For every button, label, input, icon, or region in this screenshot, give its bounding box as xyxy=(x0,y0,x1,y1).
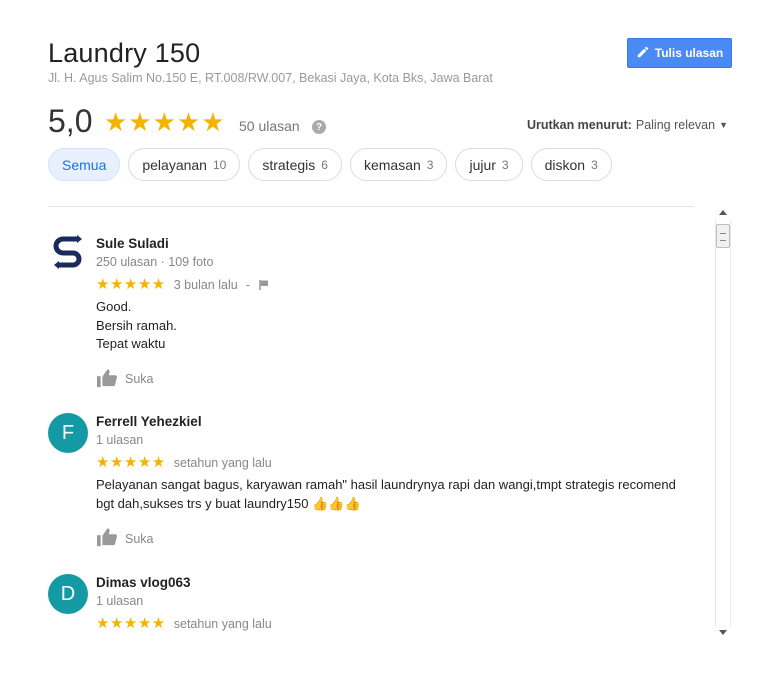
s-logo-icon xyxy=(51,234,85,276)
chip-label: diskon xyxy=(544,156,586,173)
review-rating-line: ★★★★★ 3 bulan lalu - xyxy=(96,277,691,293)
topic-chips: Semua pelayanan 10 strategis 6 kemasan 3… xyxy=(48,148,612,181)
scroll-down-arrow[interactable] xyxy=(719,630,727,635)
place-title: Laundry 150 xyxy=(48,38,201,68)
chip-label: jujur xyxy=(469,156,496,173)
chevron-down-icon: ▼ xyxy=(719,120,728,130)
avatar[interactable] xyxy=(48,235,88,275)
review-scrollbar[interactable] xyxy=(715,206,731,638)
review-body: Dimas vlog063 1 ulasan ★★★★★ setahun yan… xyxy=(96,574,691,632)
avatar[interactable]: D xyxy=(48,574,88,614)
average-rating: 5,0 xyxy=(48,103,93,139)
reviewer-meta: 1 ulasan xyxy=(96,433,144,447)
reviewer-name[interactable]: Sule Suladi xyxy=(96,235,691,253)
reviewer-name[interactable]: Dimas vlog063 xyxy=(96,574,691,592)
chip-strategis[interactable]: strategis 6 xyxy=(248,148,342,181)
write-review-button[interactable]: Tulis ulasan xyxy=(627,38,732,68)
like-label: Suka xyxy=(125,372,154,386)
write-review-label: Tulis ulasan xyxy=(654,46,724,60)
review-body: Ferrell Yehezkiel 1 ulasan ★★★★★ setahun… xyxy=(96,413,691,550)
sort-value: Paling relevan xyxy=(635,118,716,132)
thumbs-up-icon xyxy=(96,527,118,550)
help-icon[interactable]: ? xyxy=(312,120,326,134)
chip-count: 3 xyxy=(591,157,598,172)
thumbs-up-icon xyxy=(96,368,118,391)
review-text-line: Pelayanan sangat bagus, karyawan ramah" … xyxy=(96,477,676,492)
reviewer-meta: 250 ulasan · 109 foto xyxy=(96,255,214,269)
like-button[interactable]: Suka xyxy=(96,368,154,391)
chip-count: 6 xyxy=(321,157,328,172)
sort-label: Urutkan menurut: xyxy=(526,118,632,132)
review-stars: ★★★★★ xyxy=(96,615,166,632)
review-text: Pelayanan sangat bagus, karyawan ramah" … xyxy=(96,476,691,513)
review-stars: ★★★★★ xyxy=(96,454,166,471)
chip-diskon[interactable]: diskon 3 xyxy=(530,148,612,181)
chip-count: 3 xyxy=(501,157,509,172)
scroll-thumb[interactable] xyxy=(716,224,730,248)
chip-count: 10 xyxy=(212,157,227,172)
like-button[interactable]: Suka xyxy=(96,527,154,550)
scroll-track[interactable] xyxy=(715,220,731,626)
like-label: Suka xyxy=(125,531,154,546)
review-time: 3 bulan lalu xyxy=(173,278,238,292)
flag-icon[interactable] xyxy=(258,279,270,291)
pencil-icon xyxy=(636,45,650,62)
review-text-line: bgt dah,sukses trs y buat laundry150 👍👍👍 xyxy=(96,495,361,511)
scroll-up-arrow[interactable] xyxy=(719,210,727,215)
reviewer-name[interactable]: Ferrell Yehezkiel xyxy=(96,413,691,431)
average-rating-stars: ★★★★★ xyxy=(104,107,226,137)
chip-label: strategis xyxy=(262,156,316,173)
chip-pelayanan[interactable]: pelayanan 10 xyxy=(128,148,241,181)
chip-kemasan[interactable]: kemasan 3 xyxy=(349,148,448,181)
chip-jujur[interactable]: jujur 3 xyxy=(455,148,523,181)
chip-label: kemasan xyxy=(363,156,421,173)
review-text-line: Tepat waktu xyxy=(96,336,166,351)
review-text: Good. Bersih ramah. Tepat waktu xyxy=(96,298,691,354)
review-stars: ★★★★★ xyxy=(96,276,166,293)
review-rating-line: ★★★★★ setahun yang lalu xyxy=(96,616,691,632)
chip-label: Semua xyxy=(62,156,107,173)
review-time: setahun yang lalu xyxy=(173,456,272,470)
reviewer-meta: 1 ulasan xyxy=(96,594,144,608)
divider xyxy=(48,206,694,207)
review-rating-line: ★★★★★ setahun yang lalu xyxy=(96,455,691,471)
sort-dropdown[interactable]: Urutkan menurut: Paling relevan ▼ xyxy=(527,118,728,132)
review-list: Sule Suladi 250 ulasan · 109 foto ★★★★★ … xyxy=(48,220,693,640)
chip-semua[interactable]: Semua xyxy=(48,148,121,181)
review-body: Sule Suladi 250 ulasan · 109 foto ★★★★★ … xyxy=(96,235,691,391)
avatar[interactable]: F xyxy=(48,413,88,453)
review-text-line: Bersih ramah. xyxy=(96,317,177,333)
chip-label: pelayanan xyxy=(142,156,207,173)
place-address: Jl. H. Agus Salim No.150 E, RT.008/RW.00… xyxy=(48,71,493,85)
review-count: 50 ulasan xyxy=(239,118,300,134)
chip-count: 3 xyxy=(426,157,434,172)
review-text-line: Good. xyxy=(96,299,132,314)
review-time: setahun yang lalu xyxy=(173,617,272,631)
separator: - xyxy=(245,278,250,292)
